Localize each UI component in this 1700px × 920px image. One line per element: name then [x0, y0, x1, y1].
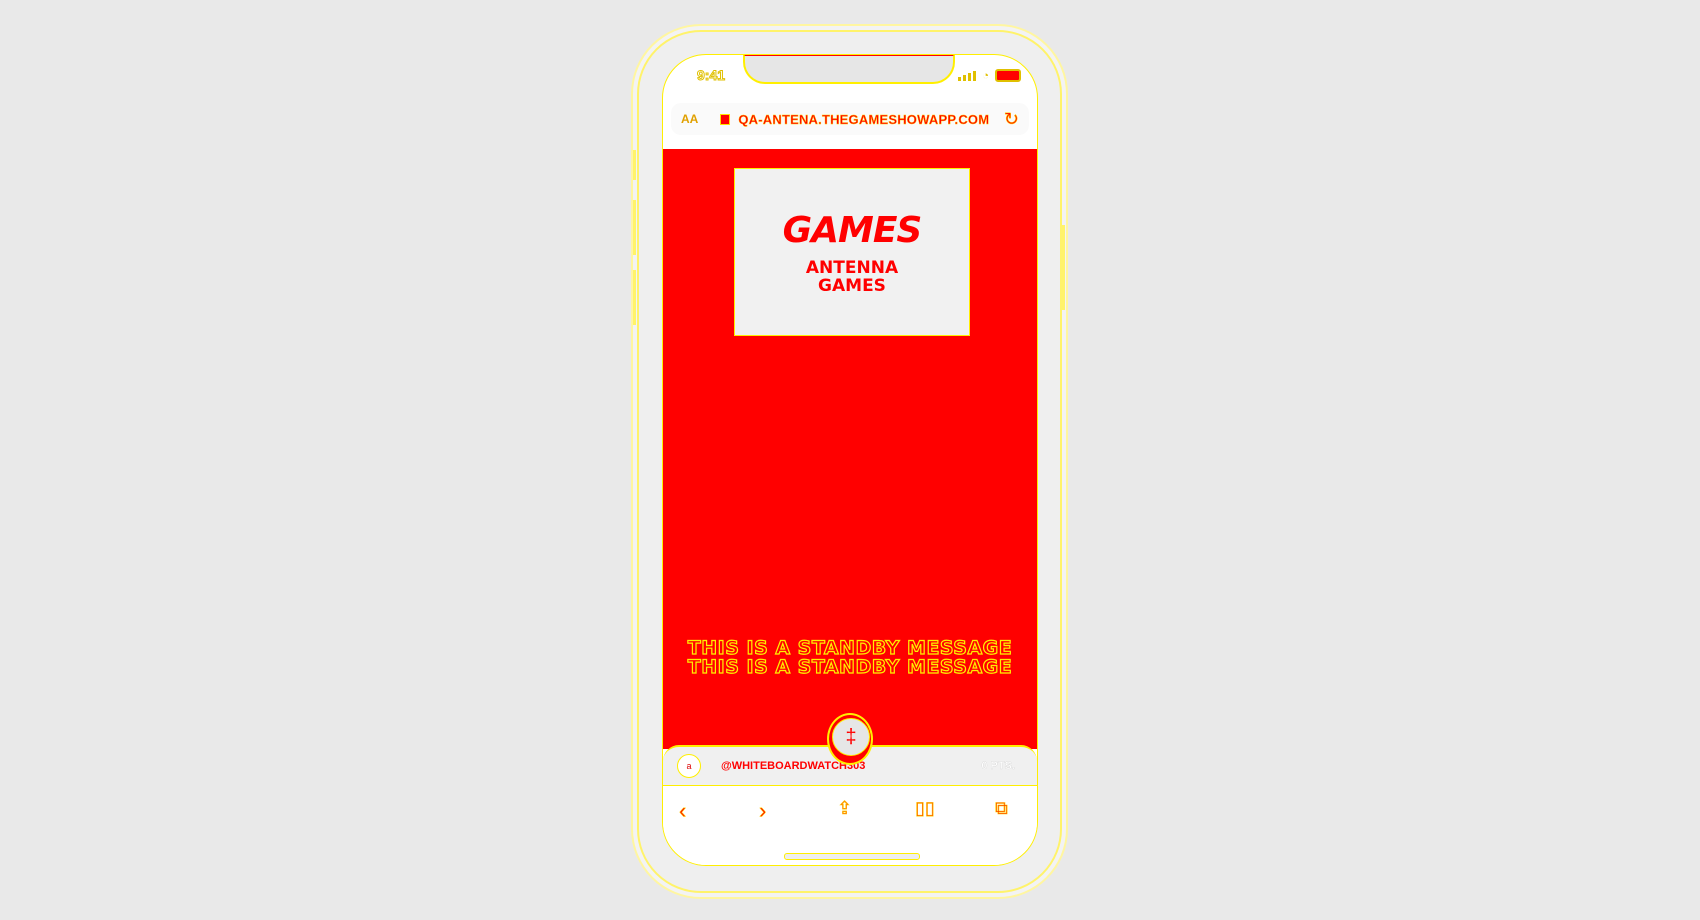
mute-switch [633, 150, 636, 180]
address-bar[interactable]: AA QA-ANTENA.THEGAMESHOWAPP.COM ↻ [671, 103, 1029, 135]
bookmarks-icon[interactable]: ▯▯ [915, 798, 935, 819]
home-indicator[interactable] [784, 853, 920, 860]
lock-icon [720, 113, 731, 125]
wifi-icon: ◔ [982, 69, 989, 82]
text-size-button[interactable]: AA [681, 112, 698, 126]
standby-message-2: THIS IS A STANDBY MESSAGE [687, 655, 1013, 678]
back-icon[interactable]: ‹ [679, 798, 687, 824]
game-logo: GAMES ANTENNA GAMES [734, 168, 970, 336]
forward-icon[interactable]: › [759, 798, 767, 824]
dagger-icon: ‡ [832, 718, 870, 756]
share-icon[interactable]: ⇪ [837, 798, 853, 819]
signal-icon [958, 70, 977, 81]
notch [743, 55, 955, 84]
battery-icon [995, 69, 1021, 82]
url-text[interactable]: QA-ANTENA.THEGAMESHOWAPP.COM [738, 111, 989, 126]
status-bar: 9:41 ◔ [663, 55, 1037, 99]
logo-subtitle: ANTENNA GAMES [805, 257, 899, 296]
phone-screen: 9:41 ◔ AA QA-ANTENA.THEGAMESHOWAPP.COM ↻… [662, 54, 1038, 866]
tabs-icon[interactable]: ⧉ [995, 798, 1008, 819]
status-time: 9:41 [696, 67, 726, 84]
avatar: a [677, 754, 701, 778]
logo-title: GAMES [782, 209, 923, 251]
volume-down-button [633, 270, 636, 325]
reload-icon[interactable]: ↻ [1004, 108, 1020, 130]
player-points: 0 PTS. [981, 760, 1015, 772]
browser-toolbar: ‹ › ⇪ ▯▯ ⧉ [663, 785, 1037, 865]
game-action-button[interactable]: ‡ [827, 713, 873, 765]
volume-up-button [633, 200, 636, 255]
web-content: GAMES ANTENNA GAMES THIS IS A STANDBY ME… [663, 149, 1037, 749]
power-button [1062, 225, 1065, 310]
status-icons: ◔ [958, 69, 1021, 82]
